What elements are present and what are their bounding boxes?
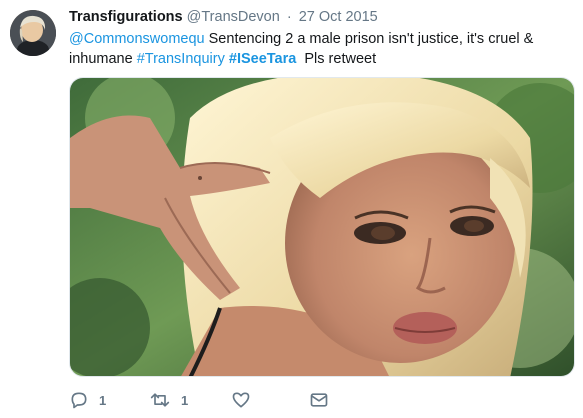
display-name[interactable]: Transfigurations [69, 9, 183, 25]
tweet-text-part2: Pls retweet [296, 51, 377, 67]
reply-count: 1 [99, 392, 107, 408]
reply-button[interactable]: 1 [69, 390, 106, 410]
like-button[interactable] [231, 390, 261, 410]
direct-message-button[interactable] [309, 390, 329, 410]
message-icon [310, 393, 328, 407]
avatar-image [10, 10, 56, 56]
user-handle[interactable]: @TransDevon [187, 9, 280, 25]
tweet-card: Transfigurations @TransDevon · 27 Oct 20… [0, 0, 583, 418]
reply-icon [71, 392, 87, 409]
separator: · [286, 9, 292, 25]
hashtag-link-transinquiry[interactable]: #TransInquiry [137, 51, 225, 67]
tweet-date[interactable]: 27 Oct 2015 [299, 9, 378, 25]
hashtag-link-iseetara[interactable]: #ISeeTara [229, 51, 296, 67]
retweet-button[interactable]: 1 [149, 390, 188, 410]
retweet-count: 1 [181, 392, 189, 408]
tweet-header: Transfigurations @TransDevon · 27 Oct 20… [69, 8, 378, 26]
retweet-icon [150, 393, 170, 407]
tweet-actions: 1 1 [69, 390, 389, 410]
tweet-text: @Commonswomequ Sentencing 2 a male priso… [69, 29, 574, 69]
mention-link[interactable]: @Commonswomequ [69, 31, 205, 47]
like-icon [232, 392, 250, 408]
tweet-photo[interactable] [69, 77, 575, 377]
avatar[interactable] [10, 10, 56, 56]
photo-image [70, 78, 574, 376]
